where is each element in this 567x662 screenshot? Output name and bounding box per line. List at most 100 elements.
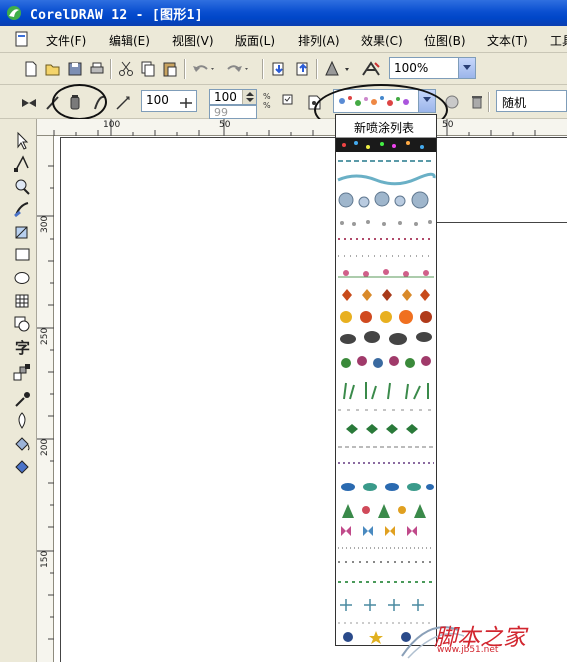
toolbox: 字 [0,119,37,662]
ruler-label: 200 [40,438,50,456]
rectangle-tool-icon[interactable] [12,245,34,265]
pick-tool-icon[interactable] [12,131,34,151]
menu-file[interactable]: 文件(F) [46,32,86,49]
coreldraw-app-icon[interactable] [6,5,22,21]
spray-item-beads[interactable] [336,457,436,469]
copy-icon[interactable] [139,60,157,78]
dabs-per-spray-field[interactable]: 100 [209,89,257,105]
paste-icon[interactable] [161,60,179,78]
spacing-field[interactable]: 99 [209,105,257,119]
spray-item-splash[interactable] [336,170,436,188]
undo-icon[interactable] [191,60,217,78]
svg-text:%: % [263,92,271,101]
menu-bitmaps[interactable]: 位图(B) [424,32,466,49]
menu-bar: 文件(F) 编辑(E) 视图(V) 版面(L) 排列(A) 效果(C) 位图(B… [0,26,567,53]
title-bar: CorelDRAW 12 - [图形1] [0,0,567,26]
spray-item-confetti[interactable] [336,138,436,152]
artistic-media-tool-icon[interactable] [12,199,34,219]
spray-item-dotted-line[interactable] [336,543,436,553]
standard-toolbar [0,53,567,85]
spray-item-fruit[interactable] [336,307,436,327]
toolbar-separator [316,59,318,79]
redo-icon[interactable] [225,60,251,78]
scale-lock-icon[interactable] [176,94,196,112]
size-scale-icon[interactable]: %% [260,91,276,109]
text-tool-icon[interactable]: 字 [12,337,34,357]
fill-tool-icon[interactable] [12,434,34,454]
menu-tools[interactable]: 工具 [550,32,567,49]
spray-item-bubbles[interactable] [336,188,436,214]
cut-icon[interactable] [117,60,135,78]
zoom-tool-icon[interactable] [12,177,34,197]
outline-tool-icon[interactable] [12,411,34,431]
corel-online-icon[interactable] [360,60,382,78]
spray-item-grass[interactable] [336,377,436,401]
spray-item-bouquet[interactable] [336,500,436,520]
ruler-label: 100 [103,120,121,130]
spray-item-dashes[interactable] [336,155,436,167]
spray-item-frogs[interactable] [336,351,436,373]
eyedropper-tool-icon[interactable] [12,389,34,409]
print-icon[interactable] [88,60,106,78]
horizontal-ruler[interactable]: 100 50 50 [37,119,567,136]
toolbar-separator [262,59,264,79]
spray-item-dots[interactable] [336,250,436,262]
preset-stroke-icon[interactable] [20,94,38,112]
basic-shapes-tool-icon[interactable] [12,314,34,334]
spray-item-berries[interactable] [336,233,436,245]
page-edge-line [436,222,567,223]
spray-item-footprints[interactable] [336,327,436,349]
ruler-label: 150 [40,550,50,568]
ruler-label: 50 [442,120,454,130]
spray-item-leaves-line[interactable] [336,575,436,589]
spray-item-autumn-leaves[interactable] [336,285,436,305]
interactive-blend-tool-icon[interactable] [12,363,34,383]
open-icon[interactable] [44,60,62,78]
delete-icon[interactable] [468,93,486,111]
zoom-level-combo[interactable]: 100% [389,57,476,79]
import-icon[interactable] [270,60,288,78]
menu-layout[interactable]: 版面(L) [235,32,275,49]
reset-values-icon[interactable] [280,91,296,109]
pressure-mode-icon[interactable] [114,94,132,112]
spray-item-ivy[interactable] [336,420,436,438]
watermark-url: www.jb51.net [437,645,499,655]
window-title: CorelDRAW 12 - [图形1] [30,8,203,23]
spray-item-butterflies[interactable] [336,521,436,541]
svg-text:字: 字 [15,339,30,357]
zoom-dropdown-button[interactable] [458,58,475,78]
vertical-ruler[interactable]: 300 250 200 150 [37,136,54,662]
export-icon[interactable] [294,60,312,78]
new-document-icon[interactable] [22,60,40,78]
shape-tool-icon[interactable] [12,154,34,174]
spray-item-pebbles[interactable] [336,215,436,231]
toolbar-separator [110,59,112,79]
spray-item-seeds[interactable] [336,555,436,569]
smart-fill-tool-icon[interactable] [12,223,34,243]
ellipse-tool-icon[interactable] [12,268,34,288]
spray-list-header-label: 新喷涂列表 [354,121,415,135]
spray-list-header[interactable]: 新喷涂列表 [336,115,436,138]
menu-edit[interactable]: 编辑(E) [109,32,150,49]
dabs-spinner[interactable] [242,90,256,104]
sprayer-mode-highlight [52,84,107,120]
spacing-value: 99 [214,106,228,119]
spray-item-stars[interactable] [336,440,436,454]
spray-item-sparkles[interactable] [336,403,436,417]
interactive-fill-tool-icon[interactable] [12,457,34,477]
menu-text[interactable]: 文本(T) [487,32,528,49]
menu-view[interactable]: 视图(V) [172,32,214,49]
application-launcher-icon[interactable] [323,60,353,78]
save-icon[interactable] [66,60,84,78]
spray-item-fish[interactable] [336,477,436,497]
menu-effects[interactable]: 效果(C) [361,32,403,49]
spray-order-combo[interactable]: 随机 [496,90,567,112]
page-border [60,137,567,662]
toolbar-separator [488,92,490,112]
menu-arrange[interactable]: 排列(A) [298,32,340,49]
spray-item-flowers[interactable] [336,265,436,281]
ruler-label: 250 [40,327,50,345]
document-icon[interactable] [14,31,30,47]
spray-list-dropdown[interactable]: 新喷涂列表 [335,114,437,646]
polygon-tool-icon[interactable] [12,291,34,311]
